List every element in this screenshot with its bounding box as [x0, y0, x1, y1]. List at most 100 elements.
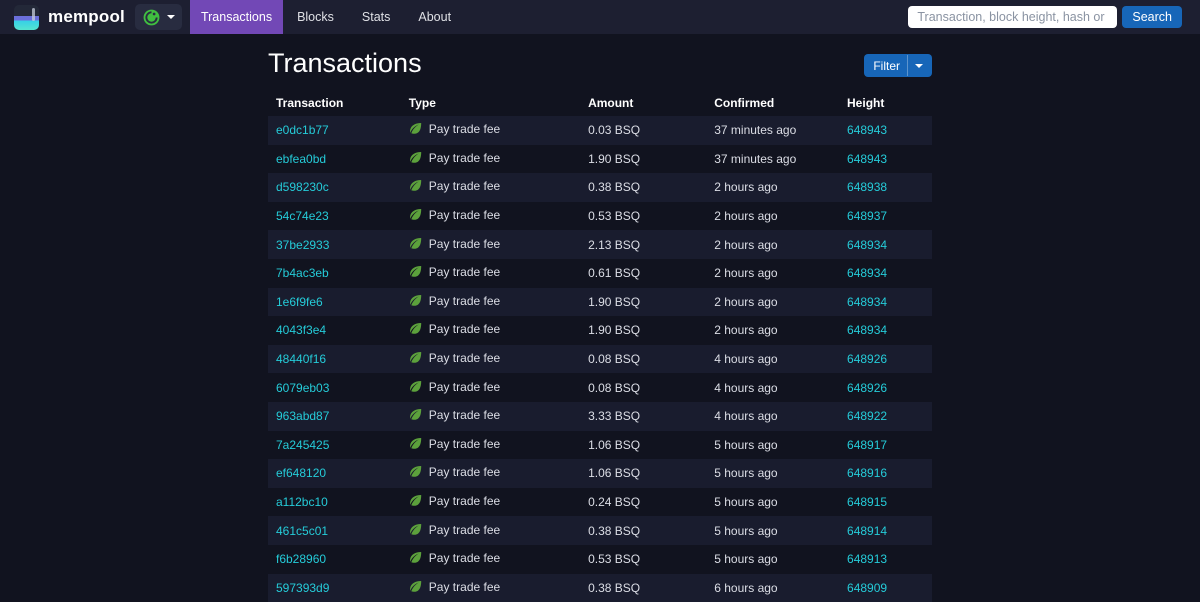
- height-cell: 648934: [839, 316, 932, 345]
- table-row: 7b4ac3eb Pay trade fee 0.61 BSQ 2 hours …: [268, 259, 932, 288]
- height-link[interactable]: 648909: [847, 581, 887, 595]
- height-cell: 648926: [839, 345, 932, 374]
- table-row: 1e6f9fe6 Pay trade fee 1.90 BSQ 2 hours …: [268, 288, 932, 317]
- height-cell: 648934: [839, 259, 932, 288]
- type-label: Pay trade fee: [429, 465, 500, 479]
- type-cell: Pay trade fee: [401, 145, 580, 174]
- leaf-icon: [409, 179, 422, 195]
- table-row: e0dc1b77 Pay trade fee 0.03 BSQ 37 minut…: [268, 116, 932, 145]
- height-link[interactable]: 648926: [847, 381, 887, 395]
- amount-cell: 0.08 BSQ: [580, 345, 706, 374]
- height-link[interactable]: 648917: [847, 438, 887, 452]
- type-label: Pay trade fee: [429, 265, 500, 279]
- page-title: Transactions: [268, 48, 422, 79]
- type-label: Pay trade fee: [429, 237, 500, 251]
- confirmed-cell: 5 hours ago: [706, 545, 839, 574]
- chevron-down-icon: [915, 64, 923, 68]
- type-label: Pay trade fee: [429, 351, 500, 365]
- height-link[interactable]: 648934: [847, 295, 887, 309]
- height-cell: 648917: [839, 431, 932, 460]
- txid-cell: e0dc1b77: [268, 116, 401, 145]
- height-link[interactable]: 648934: [847, 266, 887, 280]
- transaction-link[interactable]: a112bc10: [276, 495, 328, 509]
- leaf-icon: [409, 380, 422, 396]
- transaction-link[interactable]: 7b4ac3eb: [276, 266, 329, 280]
- brand-name: mempool: [48, 7, 125, 27]
- transaction-link[interactable]: 48440f16: [276, 352, 326, 366]
- brand-home-link[interactable]: mempool: [0, 0, 135, 34]
- amount-cell: 1.06 BSQ: [580, 459, 706, 488]
- transaction-link[interactable]: 7a245425: [276, 438, 329, 452]
- txid-cell: 7a245425: [268, 431, 401, 460]
- transaction-link[interactable]: d598230c: [276, 180, 329, 194]
- confirmed-cell: 2 hours ago: [706, 316, 839, 345]
- nav-item-transactions[interactable]: Transactions: [190, 0, 283, 34]
- amount-cell: 2.13 BSQ: [580, 230, 706, 259]
- transaction-link[interactable]: f6b28960: [276, 552, 326, 566]
- height-link[interactable]: 648915: [847, 495, 887, 509]
- height-link[interactable]: 648926: [847, 352, 887, 366]
- leaf-icon: [409, 294, 422, 310]
- search-input[interactable]: [908, 6, 1117, 28]
- height-cell: 648926: [839, 373, 932, 402]
- height-link[interactable]: 648937: [847, 209, 887, 223]
- nav-item-about[interactable]: About: [404, 0, 465, 34]
- height-cell: 648909: [839, 574, 932, 602]
- height-cell: 648943: [839, 145, 932, 174]
- transaction-link[interactable]: ebfea0bd: [276, 152, 326, 166]
- transaction-link[interactable]: 4043f3e4: [276, 323, 326, 337]
- main-nav: Transactions Blocks Stats About: [190, 0, 465, 34]
- height-link[interactable]: 648943: [847, 152, 887, 166]
- leaf-icon: [409, 551, 422, 567]
- height-cell: 648916: [839, 459, 932, 488]
- confirmed-cell: 2 hours ago: [706, 202, 839, 231]
- transaction-link[interactable]: 597393d9: [276, 581, 329, 595]
- height-cell: 648934: [839, 230, 932, 259]
- leaf-icon: [409, 351, 422, 367]
- height-link[interactable]: 648934: [847, 238, 887, 252]
- type-label: Pay trade fee: [429, 494, 500, 508]
- txid-cell: 37be2933: [268, 230, 401, 259]
- transaction-link[interactable]: 963abd87: [276, 409, 329, 423]
- height-cell: 648915: [839, 488, 932, 517]
- header-amount: Amount: [580, 89, 706, 116]
- confirmed-cell: 4 hours ago: [706, 345, 839, 374]
- height-link[interactable]: 648913: [847, 552, 887, 566]
- filter-button[interactable]: Filter: [864, 54, 932, 77]
- confirmed-cell: 37 minutes ago: [706, 116, 839, 145]
- transactions-table: Transaction Type Amount Confirmed Height…: [268, 89, 932, 602]
- type-cell: Pay trade fee: [401, 288, 580, 317]
- table-row: 597393d9 Pay trade fee 0.38 BSQ 6 hours …: [268, 574, 932, 602]
- amount-cell: 0.38 BSQ: [580, 516, 706, 545]
- transaction-link[interactable]: ef648120: [276, 466, 326, 480]
- transaction-link[interactable]: 37be2933: [276, 238, 329, 252]
- type-label: Pay trade fee: [429, 294, 500, 308]
- nav-item-blocks[interactable]: Blocks: [283, 0, 348, 34]
- height-link[interactable]: 648934: [847, 323, 887, 337]
- height-cell: 648938: [839, 173, 932, 202]
- confirmed-cell: 2 hours ago: [706, 173, 839, 202]
- network-selector-dropdown[interactable]: [135, 4, 182, 30]
- transaction-link[interactable]: 461c5c01: [276, 524, 328, 538]
- height-cell: 648922: [839, 402, 932, 431]
- height-cell: 648943: [839, 116, 932, 145]
- height-link[interactable]: 648922: [847, 409, 887, 423]
- transaction-link[interactable]: 6079eb03: [276, 381, 329, 395]
- height-cell: 648937: [839, 202, 932, 231]
- type-label: Pay trade fee: [429, 179, 500, 193]
- height-link[interactable]: 648943: [847, 123, 887, 137]
- search-button[interactable]: Search: [1122, 6, 1182, 28]
- type-cell: Pay trade fee: [401, 574, 580, 602]
- transaction-link[interactable]: 54c74e23: [276, 209, 329, 223]
- transaction-link[interactable]: 1e6f9fe6: [276, 295, 323, 309]
- height-link[interactable]: 648914: [847, 524, 887, 538]
- type-cell: Pay trade fee: [401, 259, 580, 288]
- height-link[interactable]: 648938: [847, 180, 887, 194]
- table-row: 48440f16 Pay trade fee 0.08 BSQ 4 hours …: [268, 345, 932, 374]
- nav-item-stats[interactable]: Stats: [348, 0, 405, 34]
- height-cell: 648913: [839, 545, 932, 574]
- confirmed-cell: 37 minutes ago: [706, 145, 839, 174]
- height-link[interactable]: 648916: [847, 466, 887, 480]
- txid-cell: d598230c: [268, 173, 401, 202]
- transaction-link[interactable]: e0dc1b77: [276, 123, 329, 137]
